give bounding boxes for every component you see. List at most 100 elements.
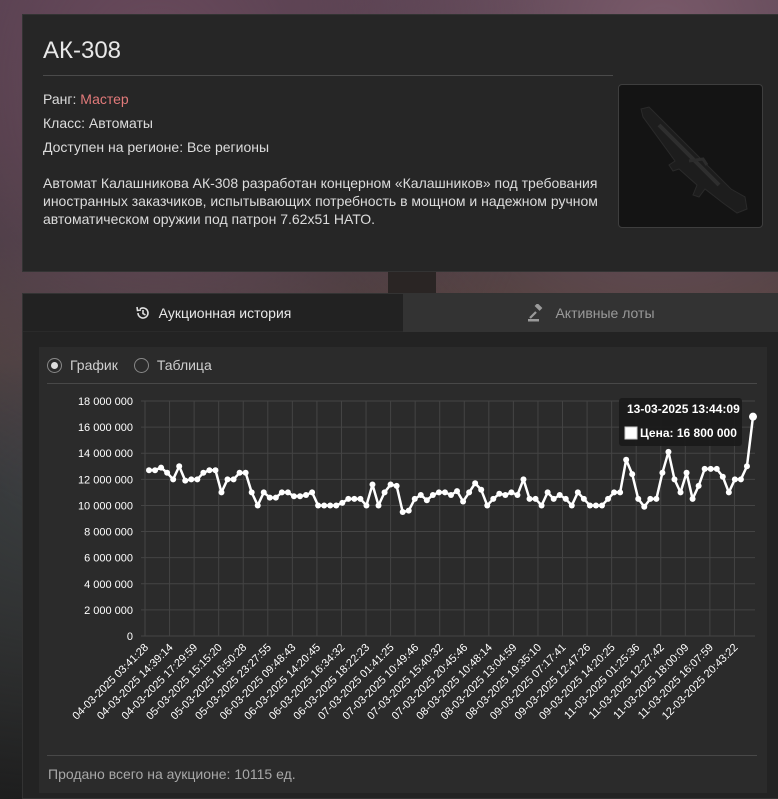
footer-divider xyxy=(47,755,757,756)
price-point xyxy=(393,482,400,489)
price-point xyxy=(345,495,352,502)
view-switch: График Таблица xyxy=(47,357,228,373)
price-point xyxy=(659,469,666,476)
price-point xyxy=(230,476,237,483)
price-point xyxy=(749,412,757,421)
price-point xyxy=(737,476,744,483)
tab-auction-history[interactable]: Аукционная история xyxy=(23,294,403,332)
view-option-table[interactable]: Таблица xyxy=(133,357,212,373)
price-point xyxy=(152,467,159,474)
radio-chart[interactable] xyxy=(47,357,62,373)
price-point xyxy=(339,499,346,506)
tab-bar: Аукционная история Активные лоты xyxy=(23,294,778,332)
price-point xyxy=(321,502,328,509)
price-point xyxy=(605,495,612,502)
price-point xyxy=(683,469,690,476)
price-point xyxy=(242,469,249,476)
y-tick-label: 4 000 000 xyxy=(84,579,133,591)
price-point xyxy=(665,448,672,455)
price-point xyxy=(701,465,708,472)
price-point xyxy=(357,495,364,502)
price-point xyxy=(254,502,261,509)
price-point xyxy=(538,502,545,509)
price-point xyxy=(695,482,702,489)
price-point xyxy=(170,476,177,483)
price-point xyxy=(568,502,575,509)
price-point xyxy=(532,495,539,502)
price-point xyxy=(586,502,593,509)
price-point xyxy=(405,507,412,514)
price-point xyxy=(351,495,358,502)
price-point xyxy=(309,489,316,496)
y-axis-ticks: 0 2 000 000 4 000 000 6 000 000 8 000 000 10 … xyxy=(78,396,133,643)
price-point xyxy=(725,489,732,496)
history-icon xyxy=(135,305,151,321)
price-point xyxy=(188,476,195,483)
price-point xyxy=(731,476,738,483)
price-point xyxy=(194,476,201,483)
price-point xyxy=(599,502,605,509)
price-point xyxy=(272,494,279,501)
price-point xyxy=(387,481,394,488)
price-point xyxy=(290,493,297,500)
y-tick-label: 10 000 000 xyxy=(78,500,133,512)
price-point xyxy=(653,495,660,502)
price-point xyxy=(363,502,370,509)
price-point xyxy=(574,489,581,496)
auction-panel: Аукционная история Активные лоты График … xyxy=(22,293,778,799)
price-point xyxy=(327,502,334,509)
price-point xyxy=(212,467,219,474)
tooltip-swatch xyxy=(624,426,638,440)
y-tick-label: 2 000 000 xyxy=(84,605,133,617)
price-point xyxy=(502,492,509,498)
x-axis-ticks: 04-03-2025 03:41:2804-03-2025 14:39:1404… xyxy=(70,642,740,723)
price-point xyxy=(266,494,273,501)
price-point xyxy=(550,495,557,502)
tooltip-date: 13-03-2025 13:44:09 xyxy=(627,402,740,416)
price-point xyxy=(472,480,479,487)
price-point xyxy=(417,492,424,498)
price-point xyxy=(333,502,340,509)
price-point xyxy=(526,495,533,502)
price-point xyxy=(176,463,183,470)
price-point xyxy=(158,464,165,471)
price-point xyxy=(707,465,714,472)
price-point xyxy=(260,489,267,496)
price-point xyxy=(375,502,382,509)
price-point xyxy=(297,493,303,500)
total-sold: Продано всего на аукционе: 10115 ед. xyxy=(48,766,296,782)
price-point xyxy=(544,489,551,496)
price-point xyxy=(182,477,189,484)
price-chart[interactable]: 0 2 000 000 4 000 000 6 000 000 8 000 000 10 … xyxy=(39,387,767,753)
rank-value: Мастер xyxy=(80,91,129,107)
tab-active-lots[interactable]: Активные лоты xyxy=(403,294,778,332)
price-point xyxy=(677,489,684,496)
item-title: АК-308 xyxy=(43,37,122,64)
tab-active-lots-label: Активные лоты xyxy=(555,305,655,321)
rank-label: Ранг: xyxy=(43,91,77,107)
item-description: Автомат Калашникова АК-308 разработан ко… xyxy=(43,175,598,227)
title-divider xyxy=(43,75,613,76)
item-class: Класс: Автоматы xyxy=(43,115,153,131)
price-point xyxy=(284,489,291,496)
gavel-icon xyxy=(527,304,547,322)
price-point xyxy=(315,502,322,509)
price-point xyxy=(490,495,497,502)
price-point xyxy=(623,456,630,463)
price-point xyxy=(381,489,388,496)
price-point xyxy=(508,489,515,496)
options-divider xyxy=(47,383,757,384)
price-point xyxy=(435,489,442,496)
price-point xyxy=(713,465,720,472)
y-tick-label: 0 xyxy=(127,631,133,643)
radio-table[interactable] xyxy=(133,357,149,373)
price-point xyxy=(454,488,461,495)
view-option-chart[interactable]: График xyxy=(47,357,118,373)
y-tick-label: 14 000 000 xyxy=(78,448,133,460)
price-point xyxy=(671,476,678,483)
price-point xyxy=(520,476,527,483)
price-point xyxy=(460,498,467,505)
price-point xyxy=(556,492,563,498)
price-point xyxy=(611,489,618,496)
rifle-icon xyxy=(640,106,748,214)
